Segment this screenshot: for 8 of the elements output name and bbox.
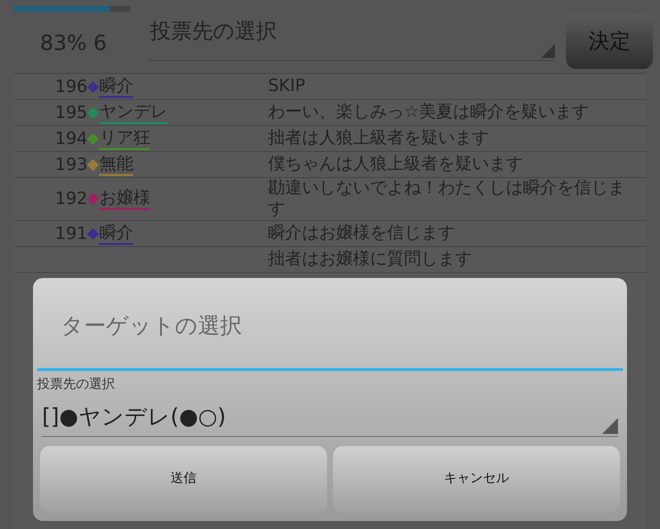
dialog-button[interactable]: 送信 bbox=[40, 446, 327, 512]
target-spinner[interactable]: []●ヤンデレ(●○) bbox=[42, 400, 618, 436]
dialog-button[interactable]: キャンセル bbox=[333, 446, 620, 512]
confirm-button[interactable]: 決定 bbox=[566, 14, 653, 69]
dialog-title: ターゲットの選択 bbox=[61, 313, 243, 341]
dropdown-triangle-icon bbox=[541, 44, 555, 58]
field-label: 投票先の選択 bbox=[37, 376, 116, 394]
dropdown-triangle-icon bbox=[602, 418, 618, 434]
